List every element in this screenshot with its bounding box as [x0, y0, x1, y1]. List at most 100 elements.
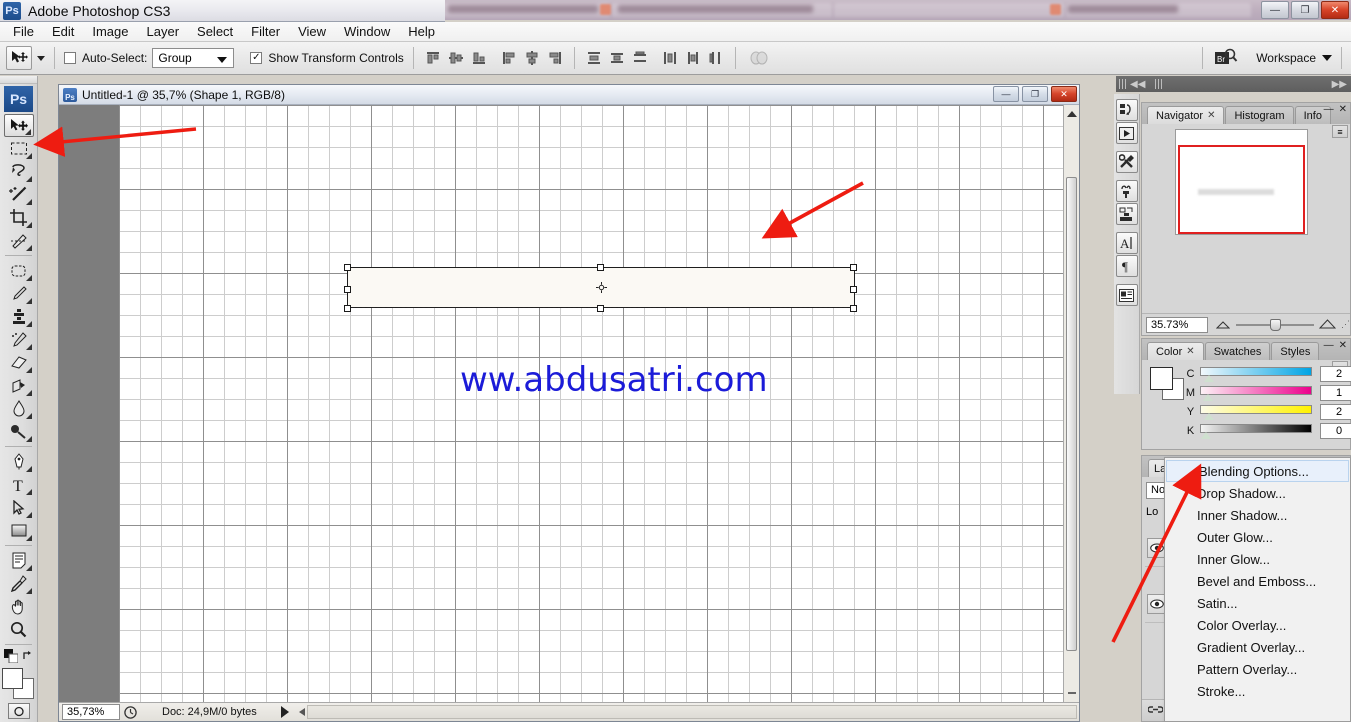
transform-handle-middle-left[interactable] [344, 286, 351, 293]
tool-path-selection[interactable] [4, 496, 34, 519]
zoom-out-icon[interactable] [1215, 318, 1230, 332]
distribute-vertical-centers-button[interactable] [607, 48, 627, 68]
history-panel-icon[interactable] [1115, 99, 1138, 121]
app-minimize-button[interactable]: — [1261, 1, 1289, 19]
navigator-zoom-slider[interactable] [1235, 318, 1314, 331]
align-bottom-edges-button[interactable] [469, 48, 489, 68]
menu-filter[interactable]: Filter [242, 22, 289, 41]
navigator-close-button[interactable]: ✕ [1339, 104, 1347, 115]
menu-item-pattern-overlay[interactable]: Pattern Overlay... [1165, 658, 1350, 680]
menu-item-satin[interactable]: Satin... [1165, 592, 1350, 614]
zoom-level-field[interactable]: 35,73% [62, 704, 120, 720]
clone-source-panel-icon[interactable] [1115, 203, 1138, 225]
distribute-right-edges-button[interactable] [706, 48, 726, 68]
tool-pen[interactable] [4, 450, 34, 473]
tool-dodge[interactable] [4, 420, 34, 443]
black-value-field[interactable]: 0 [1320, 423, 1351, 439]
scroll-up-arrow-icon[interactable] [1067, 111, 1077, 117]
tool-magic-wand[interactable] [4, 183, 34, 206]
menu-item-outer-glow[interactable]: Outer Glow... [1165, 526, 1350, 548]
transform-handle-bottom-center[interactable] [597, 305, 604, 312]
move-tool-icon[interactable] [6, 46, 32, 70]
document-close-button[interactable]: ✕ [1051, 86, 1077, 102]
dock-grip-2[interactable] [1155, 79, 1164, 89]
app-restore-button[interactable]: ❐ [1291, 1, 1319, 19]
menu-window[interactable]: Window [335, 22, 399, 41]
navigator-zoom-field[interactable]: 35.73% [1146, 316, 1208, 333]
tool-presets-panel-icon[interactable] [1115, 151, 1138, 173]
menu-edit[interactable]: Edit [43, 22, 83, 41]
app-close-button[interactable]: ✕ [1321, 1, 1349, 19]
tool-eyedropper[interactable] [4, 572, 34, 595]
tool-hand[interactable] [4, 595, 34, 618]
black-slider-marker[interactable] [1201, 432, 1211, 439]
tool-healing-brush[interactable] [4, 259, 34, 282]
align-left-edges-button[interactable] [499, 48, 519, 68]
tab-navigator[interactable]: Navigator ✕ [1147, 106, 1225, 124]
menu-item-bevel-and-emboss[interactable]: Bevel and Emboss... [1165, 570, 1350, 592]
auto-select-checkbox[interactable] [64, 52, 76, 64]
distribute-left-edges-button[interactable] [660, 48, 680, 68]
close-icon[interactable]: ✕ [1207, 110, 1215, 121]
panel-resize-grip[interactable]: ⋰ [1341, 319, 1350, 330]
quick-mask-mode-button[interactable] [7, 703, 30, 719]
menu-item-drop-shadow[interactable]: Drop Shadow... [1165, 482, 1350, 504]
tool-history-brush[interactable] [4, 328, 34, 351]
menu-item-blending-options[interactable]: Blending Options... [1166, 460, 1349, 482]
actions-panel-icon[interactable] [1115, 122, 1138, 144]
zoom-slider-knob[interactable] [1269, 318, 1281, 331]
cyan-slider-marker[interactable] [1204, 375, 1214, 382]
black-ramp[interactable] [1200, 424, 1312, 439]
horizontal-scroll-track[interactable] [306, 705, 1077, 719]
align-top-edges-button[interactable] [423, 48, 443, 68]
menu-image[interactable]: Image [83, 22, 137, 41]
status-flyout-arrow-icon[interactable] [280, 706, 289, 718]
default-colors-icon[interactable] [3, 648, 18, 666]
tool-move[interactable] [3, 114, 34, 137]
swap-colors-icon[interactable] [22, 650, 34, 665]
distribute-horizontal-centers-button[interactable] [683, 48, 703, 68]
navigator-minimize-button[interactable]: — [1324, 104, 1334, 115]
transform-handle-bottom-right[interactable] [850, 305, 857, 312]
canvas[interactable]: ww.abdusatri.com [119, 105, 1065, 702]
align-right-edges-button[interactable] [545, 48, 565, 68]
menu-select[interactable]: Select [188, 22, 242, 41]
distribute-bottom-edges-button[interactable] [630, 48, 650, 68]
canvas-vertical-scrollbar[interactable] [1063, 105, 1079, 702]
tool-crop[interactable] [4, 206, 34, 229]
menu-item-inner-shadow[interactable]: Inner Shadow... [1165, 504, 1350, 526]
menu-item-inner-glow[interactable]: Inner Glow... [1165, 548, 1350, 570]
layer-comps-panel-icon[interactable] [1115, 284, 1138, 306]
document-minimize-button[interactable]: — [993, 86, 1019, 102]
magenta-slider-marker[interactable] [1203, 394, 1213, 401]
tab-color[interactable]: Color ✕ [1147, 342, 1204, 360]
dock-grip[interactable] [1119, 79, 1127, 89]
scroll-left-arrow-icon[interactable] [298, 708, 305, 716]
yellow-value-field[interactable]: 2 [1320, 404, 1351, 420]
menu-layer[interactable]: Layer [138, 22, 189, 41]
document-restore-button[interactable]: ❐ [1022, 86, 1048, 102]
transform-handle-middle-right[interactable] [850, 286, 857, 293]
transform-handle-top-right[interactable] [850, 264, 857, 271]
distribute-top-edges-button[interactable] [584, 48, 604, 68]
cyan-ramp[interactable] [1200, 367, 1312, 382]
menu-item-stroke[interactable]: Stroke... [1165, 680, 1350, 702]
tab-swatches[interactable]: Swatches [1204, 342, 1271, 360]
paragraph-panel-icon[interactable]: ¶ [1115, 255, 1138, 277]
transform-handle-top-left[interactable] [344, 264, 351, 271]
color-minimize-button[interactable]: — [1324, 340, 1334, 351]
tool-gradient[interactable] [4, 374, 34, 397]
tab-styles[interactable]: Styles [1271, 342, 1320, 360]
tool-eraser[interactable] [4, 351, 34, 374]
expand-dock-icon[interactable]: ▶▶ [1332, 79, 1347, 90]
tool-notes[interactable] [4, 549, 34, 572]
navigator-panel-menu-icon[interactable]: ≡ [1332, 125, 1348, 138]
menu-view[interactable]: View [289, 22, 335, 41]
transform-handle-bottom-left[interactable] [344, 305, 351, 312]
link-layers-icon[interactable] [1147, 704, 1164, 718]
foreground-color-swatch[interactable] [1, 668, 23, 689]
workspace-button[interactable]: Workspace [1256, 51, 1332, 65]
close-icon[interactable]: ✕ [1186, 346, 1194, 357]
tool-clone-stamp[interactable] [4, 305, 34, 328]
auto-select-group-dropdown[interactable]: Group [152, 48, 235, 68]
